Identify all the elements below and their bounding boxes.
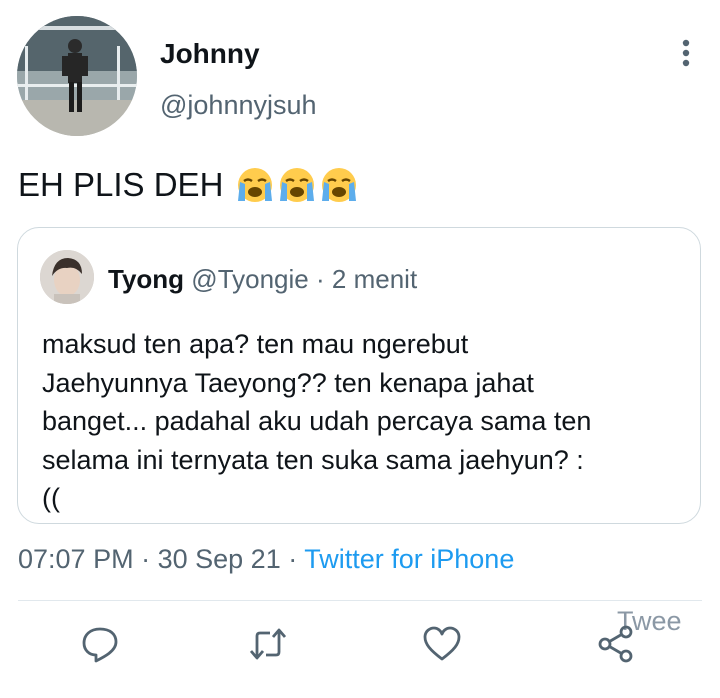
tweet-date: 30 Sep 21 bbox=[157, 544, 281, 574]
avatar-photo bbox=[17, 16, 137, 136]
quoted-tweet-line: selama ini ternyata ten suka sama jaehyu… bbox=[42, 444, 584, 475]
divider bbox=[18, 600, 702, 601]
meta-separator: · bbox=[141, 544, 151, 574]
tweet-text-content: EH PLIS DEH bbox=[18, 166, 224, 203]
more-options-icon[interactable] bbox=[674, 38, 698, 72]
tweet-time: 07:07 PM bbox=[18, 544, 134, 574]
quoted-author-avatar[interactable] bbox=[40, 250, 94, 304]
quoted-avatar-photo bbox=[40, 250, 94, 304]
share-icon[interactable] bbox=[596, 624, 636, 664]
crying-face-icon bbox=[322, 168, 357, 202]
emoji-group bbox=[235, 165, 359, 205]
quoted-tweet-body: maksud ten apa? ten mau ngerebut Jaehyun… bbox=[42, 325, 682, 518]
quoted-author-handle[interactable]: @Tyongie bbox=[191, 264, 308, 294]
header-separator: · bbox=[316, 264, 325, 294]
tweet-text: EH PLIS DEH bbox=[18, 165, 359, 205]
author-name[interactable]: Johnny bbox=[160, 38, 260, 70]
author-handle[interactable]: @johnnyjsuh bbox=[160, 90, 317, 121]
crying-face-icon bbox=[238, 168, 273, 202]
meta-separator: · bbox=[288, 544, 298, 574]
quoted-tweet-time[interactable]: 2 menit bbox=[332, 264, 417, 294]
quoted-tweet-line: (( bbox=[42, 483, 60, 513]
tweet-source-link[interactable]: Twitter for iPhone bbox=[304, 544, 514, 574]
author-avatar[interactable] bbox=[17, 16, 137, 136]
quoted-tweet-line: banget... padahal aku udah percaya sama … bbox=[42, 406, 592, 436]
quoted-tweet-card[interactable]: Tyong @Tyongie · 2 menit maksud ten apa?… bbox=[17, 227, 701, 524]
retweet-icon[interactable] bbox=[248, 624, 288, 664]
quoted-tweet-line: Jaehyunnya Taeyong?? ten kenapa jahat bbox=[42, 367, 534, 398]
reply-icon[interactable] bbox=[80, 624, 120, 664]
tweet-meta: 07:07 PM · 30 Sep 21 · Twitter for iPhon… bbox=[18, 544, 514, 575]
like-icon[interactable] bbox=[422, 624, 462, 664]
crying-face-icon bbox=[280, 168, 315, 202]
quoted-author-name[interactable]: Tyong bbox=[108, 264, 184, 294]
quoted-tweet-line: maksud ten apa? ten mau ngerebut bbox=[42, 329, 469, 359]
quoted-tweet-header: Tyong @Tyongie · 2 menit bbox=[108, 264, 417, 295]
